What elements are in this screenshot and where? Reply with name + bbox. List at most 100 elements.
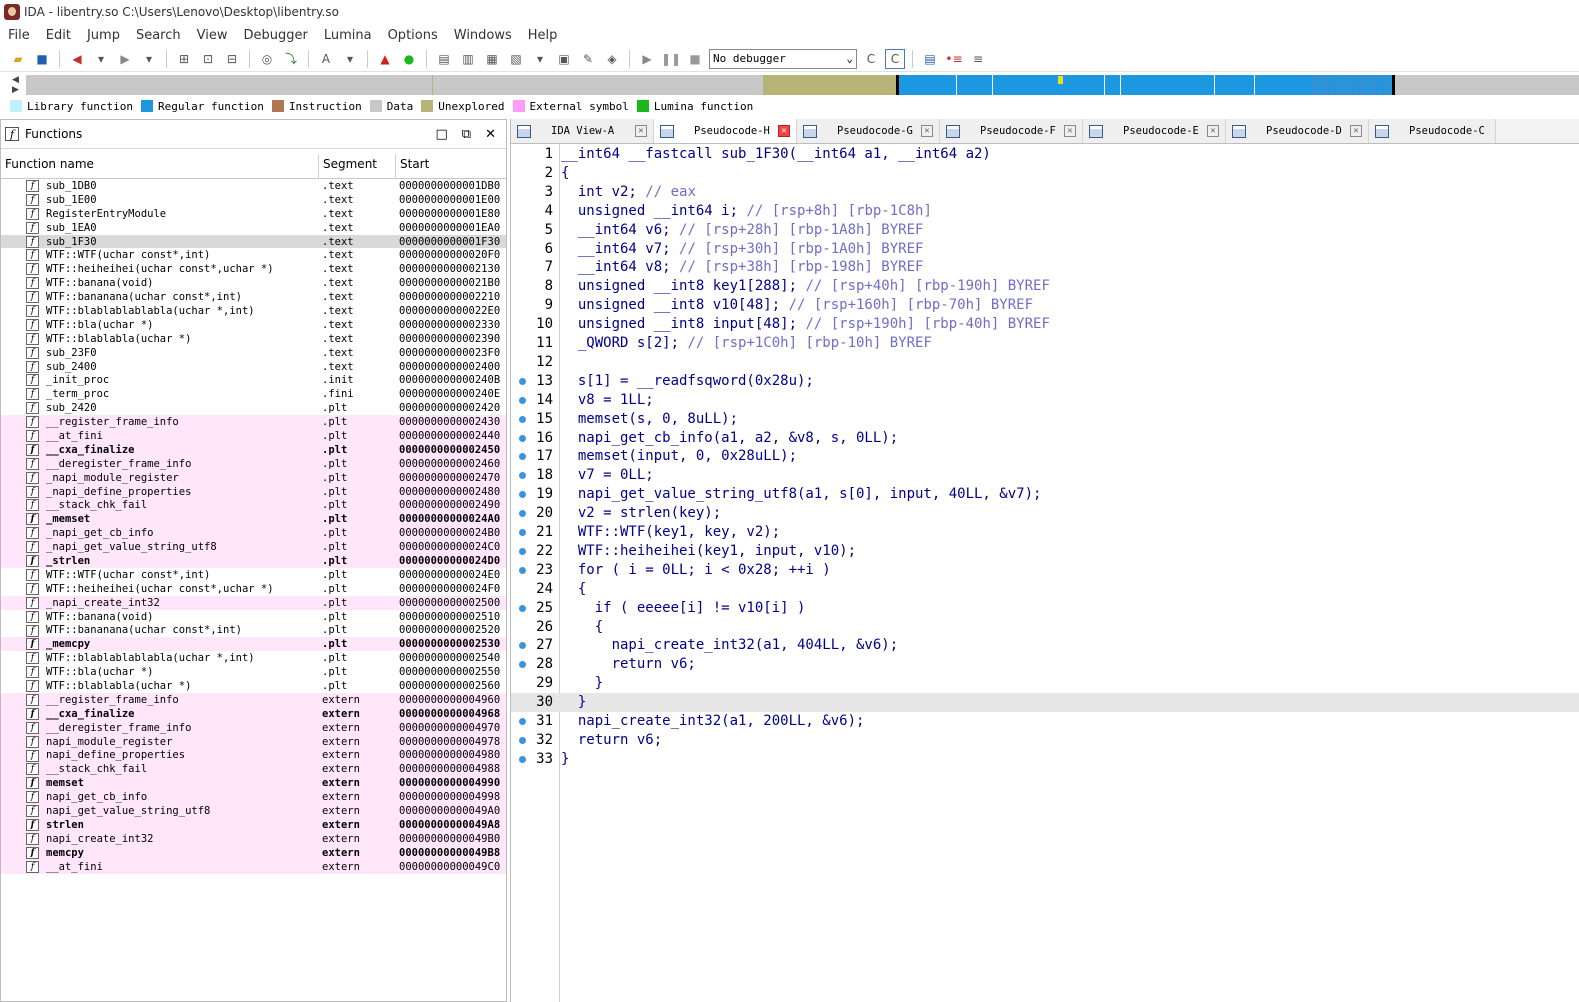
- code-line[interactable]: 22 WTF::heiheihei(key1, input, v10);: [511, 542, 1579, 561]
- tab-close-icon[interactable]: ✕: [778, 125, 790, 137]
- menu-jump[interactable]: Jump: [79, 28, 128, 43]
- tab-pseudocode-g[interactable]: Pseudocode-G ✕: [797, 119, 940, 143]
- code-line[interactable]: 18 v7 = 0LL;: [511, 466, 1579, 485]
- tab-close-icon[interactable]: ✕: [1350, 125, 1362, 137]
- code-line[interactable]: 28 return v6;: [511, 655, 1579, 674]
- tab-close-icon[interactable]: ✕: [1064, 125, 1076, 137]
- code-line[interactable]: 5 __int64 v6; // [rsp+28h] [rbp-1A8h] BY…: [511, 221, 1579, 240]
- code-line[interactable]: 32 return v6;: [511, 731, 1579, 750]
- function-row[interactable]: f _napi_module_register .plt 00000000000024…: [1, 470, 506, 485]
- function-row[interactable]: f WTF::heiheihei(uchar const*,uchar *) .te…: [1, 262, 506, 276]
- breakpoint-list-icon[interactable]: •≡: [944, 49, 964, 69]
- function-row[interactable]: f memset extern 0000000000004990: [1, 776, 506, 791]
- function-row[interactable]: f sub_1F30 .text 0000000000001F30: [1, 234, 506, 249]
- column-start[interactable]: Start: [396, 154, 506, 179]
- tab-close-icon[interactable]: ✕: [635, 125, 647, 137]
- tab-pseudocode-e[interactable]: Pseudocode-E ✕: [1083, 119, 1226, 143]
- function-row[interactable]: f sub_1EA0 .text 0000000000001EA0: [1, 221, 506, 235]
- text-format-icon[interactable]: A: [316, 49, 336, 69]
- menu-windows[interactable]: Windows: [446, 28, 520, 43]
- green-circle-icon[interactable]: ●: [399, 49, 419, 69]
- code-line[interactable]: 8 unsigned __int8 key1[288]; // [rsp+40h…: [511, 277, 1579, 296]
- function-row[interactable]: f _napi_create_int32 .plt 0000000000002500: [1, 595, 506, 610]
- open-folder-icon[interactable]: ▰: [8, 49, 28, 69]
- function-row[interactable]: f napi_define_properties extern 00000000000…: [1, 748, 506, 763]
- function-row[interactable]: f WTF::bla(uchar *) .text 0000000000002330: [1, 318, 506, 332]
- code-line[interactable]: 20 v2 = strlen(key);: [511, 504, 1579, 523]
- menu-options[interactable]: Options: [380, 28, 446, 43]
- run-icon[interactable]: ▶: [637, 49, 657, 69]
- save-icon[interactable]: ■: [32, 49, 52, 69]
- code-line[interactable]: 15 memset(s, 0, 8uLL);: [511, 410, 1579, 429]
- function-row[interactable]: f strlen extern 00000000000049A8: [1, 817, 506, 832]
- function-row[interactable]: f __register_frame_info extern 000000000000…: [1, 692, 506, 707]
- function-row[interactable]: f __at_fini .plt 0000000000002440: [1, 429, 506, 443]
- function-row[interactable]: f WTF::WTF(uchar const*,int) .plt 000000000…: [1, 568, 506, 582]
- settings-icon[interactable]: ◈: [602, 49, 622, 69]
- menu-help[interactable]: Help: [520, 28, 566, 43]
- function-row[interactable]: f WTF::bananana(uchar const*,int) .plt 0000…: [1, 624, 506, 638]
- enums-icon[interactable]: ▦: [482, 49, 502, 69]
- function-row[interactable]: f RegisterEntryModule .text 0000000000001E8…: [1, 207, 506, 221]
- function-row[interactable]: f _memcpy .plt 0000000000002530: [1, 637, 506, 652]
- menu-lumina[interactable]: Lumina: [316, 28, 380, 43]
- dropdown-arrow-icon[interactable]: ▾: [530, 49, 550, 69]
- code-line[interactable]: 26 {: [511, 618, 1579, 637]
- function-row[interactable]: f memcpy extern 00000000000049B8: [1, 845, 506, 860]
- function-row[interactable]: f __register_frame_info .plt 00000000000024…: [1, 415, 506, 430]
- column-function-name[interactable]: Function name: [1, 154, 319, 179]
- function-row[interactable]: f napi_get_value_string_utf8 extern 0000000…: [1, 804, 506, 818]
- function-row[interactable]: f WTF::blablabla(uchar *) .plt 000000000000…: [1, 679, 506, 693]
- code-line[interactable]: 3 int v2; // eax: [511, 183, 1579, 202]
- function-row[interactable]: f _memset .plt 00000000000024A0: [1, 512, 506, 527]
- code-line[interactable]: 21 WTF::WTF(key1, key, v2);: [511, 523, 1579, 542]
- tab-close-icon[interactable]: ✕: [1207, 125, 1219, 137]
- pseudocode-icon[interactable]: C: [885, 48, 905, 69]
- function-row[interactable]: f sub_1E00 .text 0000000000001E00: [1, 193, 506, 207]
- maximize-icon[interactable]: □: [436, 127, 448, 142]
- function-row[interactable]: f __deregister_frame_info .plt 000000000000…: [1, 456, 506, 471]
- close-icon[interactable]: ✕: [485, 127, 496, 142]
- jump-icon[interactable]: ⤵: [281, 49, 301, 69]
- code-line[interactable]: 14 v8 = 1LL;: [511, 391, 1579, 410]
- function-row[interactable]: f _strlen .plt 00000000000024D0: [1, 554, 506, 568]
- nav-arrows-icon[interactable]: ◀ ▶: [12, 75, 19, 95]
- pause-icon[interactable]: ❚❚: [661, 49, 681, 69]
- code-line[interactable]: 12: [511, 353, 1579, 372]
- tab-pseudocode-h[interactable]: Pseudocode-H ✕: [654, 119, 797, 143]
- cfg-icon[interactable]: C: [861, 49, 881, 69]
- function-row[interactable]: f _napi_get_cb_info .plt 00000000000024B0: [1, 526, 506, 541]
- segments-icon[interactable]: ▤: [434, 49, 454, 69]
- code-line[interactable]: 23 for ( i = 0LL; i < 0x28; ++i ): [511, 561, 1579, 580]
- function-row[interactable]: f napi_module_register extern 0000000000004…: [1, 734, 506, 749]
- edit-icon[interactable]: ✎: [578, 49, 598, 69]
- code-line[interactable]: 27 napi_create_int32(a1, 404LL, &v6);: [511, 636, 1579, 655]
- pseudocode-view[interactable]: 1 __int64 __fastcall sub_1F30(__int64 a1,…: [511, 144, 1579, 1002]
- back-icon[interactable]: ◀: [67, 49, 87, 69]
- code-line[interactable]: 29 }: [511, 674, 1579, 693]
- navigation-icon[interactable]: ◎: [257, 49, 277, 69]
- function-row[interactable]: f napi_get_cb_info extern 0000000000004998: [1, 790, 506, 805]
- code-line[interactable]: 13 s[1] = __readfsqword(0x28u);: [511, 372, 1579, 391]
- list-icon[interactable]: ≡: [968, 49, 988, 69]
- function-row[interactable]: f WTF::banana(void) .plt 0000000000002510: [1, 610, 506, 624]
- function-row[interactable]: f __stack_chk_fail .plt 0000000000002490: [1, 498, 506, 513]
- menu-search[interactable]: Search: [128, 28, 189, 43]
- warning-icon[interactable]: ▲: [375, 49, 395, 69]
- code-line[interactable]: 2{: [511, 164, 1579, 183]
- code-line[interactable]: 30 }: [511, 693, 1579, 713]
- code-line[interactable]: 17 memset(input, 0, 0x28uLL);: [511, 447, 1579, 466]
- stop-icon[interactable]: ■: [685, 49, 705, 69]
- menu-debugger[interactable]: Debugger: [235, 28, 315, 43]
- code-line[interactable]: 6 __int64 v7; // [rsp+30h] [rbp-1A0h] BY…: [511, 240, 1579, 259]
- code-line[interactable]: 16 napi_get_cb_info(a1, a2, &v8, s, 0LL)…: [511, 429, 1579, 448]
- code-line[interactable]: 11 _QWORD s[2]; // [rsp+1C0h] [rbp-10h] …: [511, 334, 1579, 353]
- function-row[interactable]: f WTF::blablablablabla(uchar *,int) .text 0…: [1, 304, 506, 318]
- dropdown-arrow-icon[interactable]: ▾: [340, 49, 360, 69]
- code-line[interactable]: 7 __int64 v8; // [rsp+38h] [rbp-198h] BY…: [511, 258, 1579, 277]
- function-row[interactable]: f WTF::bananana(uchar const*,int) .text 000…: [1, 290, 506, 304]
- function-row[interactable]: f sub_23F0 .text 00000000000023F0: [1, 346, 506, 360]
- menu-file[interactable]: File: [0, 28, 38, 43]
- function-row[interactable]: f napi_create_int32 extern 00000000000049B0: [1, 831, 506, 846]
- code-line[interactable]: 24 {: [511, 580, 1579, 599]
